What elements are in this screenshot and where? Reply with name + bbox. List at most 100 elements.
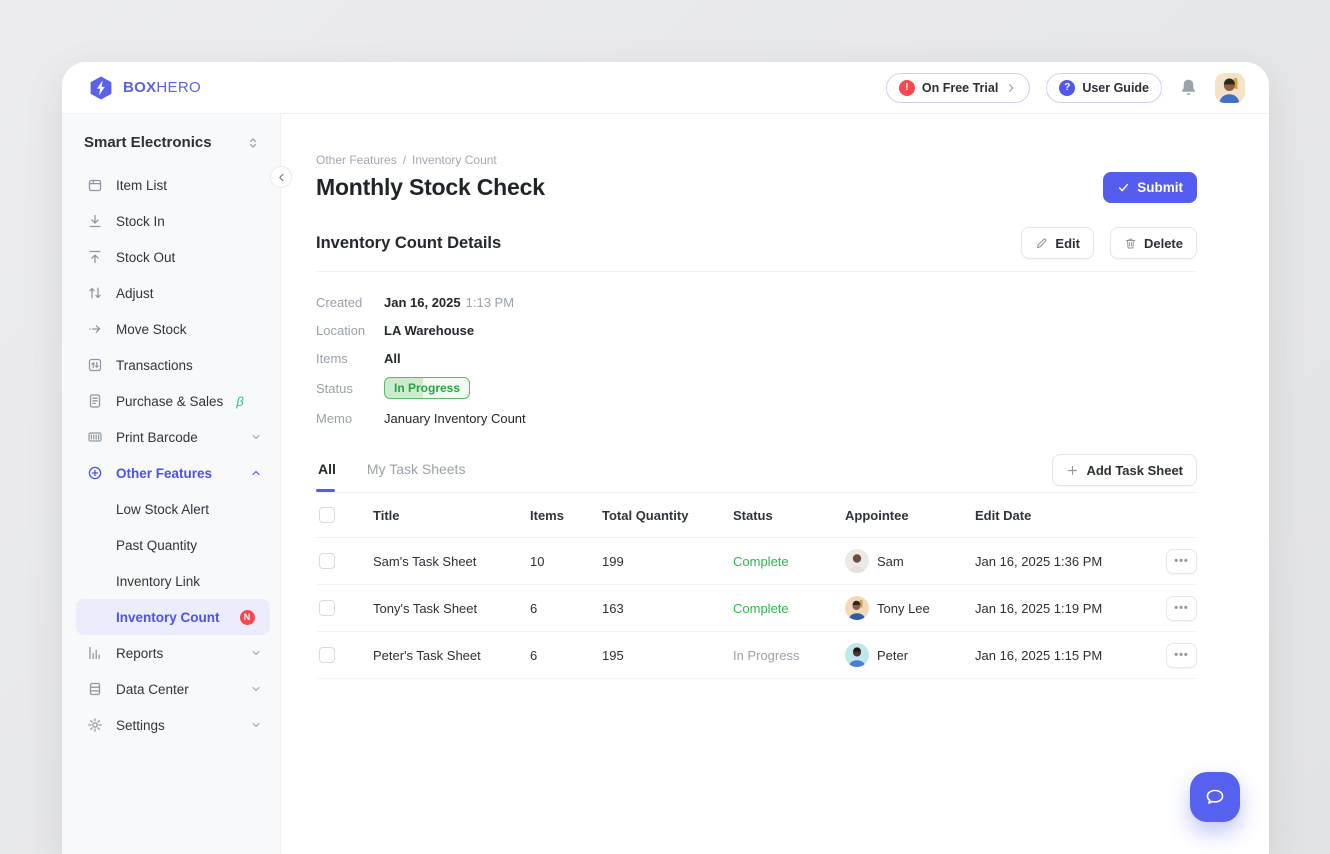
sidebar-nav: Item List Stock In Stock Out: [76, 167, 270, 743]
sidebar-item-print-barcode[interactable]: Print Barcode: [76, 419, 270, 455]
detail-row-memo: Memo January Inventory Count: [316, 409, 1197, 427]
detail-row-items: Items All: [316, 349, 1197, 367]
tab-all[interactable]: All: [316, 461, 338, 492]
add-task-sheet-button[interactable]: Add Task Sheet: [1052, 454, 1197, 486]
sidebar-item-stock-out[interactable]: Stock Out: [76, 239, 270, 275]
boxhero-logo: BOXHERO: [88, 75, 201, 101]
topbar-actions: ! On Free Trial ? User Guide: [886, 73, 1245, 103]
edit-date: Jan 16, 2025 1:15 PM: [975, 648, 1149, 663]
breadcrumb-current[interactable]: Inventory Count: [412, 153, 497, 167]
col-edit-date: Edit Date: [975, 508, 1149, 523]
sidebar-collapse-button[interactable]: [270, 166, 292, 188]
chevron-up-icon: [250, 467, 262, 479]
new-badge: N: [240, 610, 255, 625]
tasksheet-title: Peter's Task Sheet: [373, 648, 530, 663]
delete-button[interactable]: Delete: [1110, 227, 1197, 259]
more-options-button[interactable]: •••: [1166, 596, 1197, 621]
user-guide-button[interactable]: ? User Guide: [1046, 73, 1162, 103]
more-options-button[interactable]: •••: [1166, 643, 1197, 668]
sidebar-item-label: Stock In: [116, 214, 262, 229]
user-guide-label: User Guide: [1082, 81, 1149, 95]
tasksheet-title: Tony's Task Sheet: [373, 601, 530, 616]
sidebar-item-transactions[interactable]: Transactions: [76, 347, 270, 383]
sidebar-item-settings[interactable]: Settings: [76, 707, 270, 743]
table-row[interactable]: Sam's Task Sheet 10 199 Complete Sam Jan…: [316, 538, 1197, 585]
app-window: BOXHERO ! On Free Trial ? User Guide: [62, 62, 1269, 854]
col-title: Title: [373, 508, 530, 523]
detail-label: Created: [316, 295, 384, 310]
sidebar-item-adjust[interactable]: Adjust: [76, 275, 270, 311]
app-body: Smart Electronics Item List Stock In: [62, 114, 1269, 854]
sidebar-item-reports[interactable]: Reports: [76, 635, 270, 671]
breadcrumb-parent[interactable]: Other Features: [316, 153, 397, 167]
col-status: Status: [733, 508, 845, 523]
alert-icon: !: [899, 80, 915, 96]
sidebar-item-data-center[interactable]: Data Center: [76, 671, 270, 707]
col-appointee: Appointee: [845, 508, 975, 523]
arrows-up-down-icon: [86, 285, 103, 301]
arrow-down-to-line-icon: [86, 213, 103, 229]
sidebar-item-label: Settings: [116, 718, 237, 733]
notifications-bell-icon[interactable]: [1178, 77, 1199, 98]
plus-icon: [1066, 464, 1079, 477]
delete-label: Delete: [1144, 236, 1183, 251]
sidebar-item-stock-in[interactable]: Stock In: [76, 203, 270, 239]
sort-arrows-icon: [246, 136, 260, 150]
edit-button[interactable]: Edit: [1021, 227, 1094, 259]
chevron-down-icon: [250, 431, 262, 443]
free-trial-button[interactable]: ! On Free Trial: [886, 73, 1030, 103]
arrow-up-from-line-icon: [86, 249, 103, 265]
table-row[interactable]: Tony's Task Sheet 6 163 Complete Tony Le…: [316, 585, 1197, 632]
table-row[interactable]: Peter's Task Sheet 6 195 In Progress Pet…: [316, 632, 1197, 679]
details-actions: Edit Delete: [1021, 227, 1197, 259]
submit-button[interactable]: Submit: [1103, 172, 1197, 203]
sidebar-item-move-stock[interactable]: Move Stock: [76, 311, 270, 347]
sidebar-item-label: Stock Out: [116, 250, 262, 265]
workspace-switcher[interactable]: Smart Electronics: [76, 134, 270, 167]
sidebar-item-past-quantity[interactable]: Past Quantity: [76, 527, 270, 563]
user-avatar[interactable]: [1215, 73, 1245, 103]
chevron-down-icon: [250, 683, 262, 695]
sidebar-item-other-features[interactable]: Other Features: [76, 455, 270, 491]
sidebar-item-item-list[interactable]: Item List: [76, 167, 270, 203]
sidebar-item-label: Inventory Count: [116, 610, 220, 625]
sidebar-item-low-stock-alert[interactable]: Low Stock Alert: [76, 491, 270, 527]
detail-row-status: Status In Progress: [316, 377, 1197, 399]
sidebar-item-label: Past Quantity: [116, 538, 262, 553]
top-bar: BOXHERO ! On Free Trial ? User Guide: [62, 62, 1269, 114]
sidebar-item-label: Item List: [116, 178, 262, 193]
row-status: In Progress: [733, 648, 845, 663]
beta-badge: β: [236, 394, 243, 409]
row-checkbox[interactable]: [319, 647, 335, 663]
database-icon: [86, 681, 103, 697]
chat-bubble-icon: [1203, 785, 1227, 809]
arrow-right-icon: [86, 321, 103, 337]
chat-button[interactable]: [1190, 772, 1240, 822]
sidebar-item-inventory-link[interactable]: Inventory Link: [76, 563, 270, 599]
edit-date: Jan 16, 2025 1:36 PM: [975, 554, 1149, 569]
row-checkbox[interactable]: [319, 600, 335, 616]
sidebar-item-label: Move Stock: [116, 322, 262, 337]
detail-label: Location: [316, 323, 384, 338]
detail-row-location: Location LA Warehouse: [316, 321, 1197, 339]
items-count: 10: [530, 554, 602, 569]
row-status: Complete: [733, 554, 845, 569]
detail-label: Items: [316, 351, 384, 366]
created-time: 1:13 PM: [466, 295, 514, 310]
barcode-icon: [86, 429, 103, 445]
gear-icon: [86, 717, 103, 733]
sidebar-item-purchase-sales[interactable]: Purchase & Sales β: [76, 383, 270, 419]
col-total-quantity: Total Quantity: [602, 508, 733, 523]
more-options-button[interactable]: •••: [1166, 549, 1197, 574]
appointee-name: Peter: [877, 648, 908, 663]
tab-my-task-sheets[interactable]: My Task Sheets: [365, 461, 468, 492]
sidebar-item-label: Transactions: [116, 358, 262, 373]
box-icon: [86, 177, 103, 193]
free-trial-label: On Free Trial: [922, 81, 998, 95]
row-checkbox[interactable]: [319, 553, 335, 569]
pencil-icon: [1035, 237, 1048, 250]
sidebar-item-inventory-count[interactable]: Inventory Count N: [76, 599, 270, 635]
avatar: [845, 643, 869, 667]
select-all-checkbox[interactable]: [319, 507, 335, 523]
appointee-name: Sam: [877, 554, 904, 569]
